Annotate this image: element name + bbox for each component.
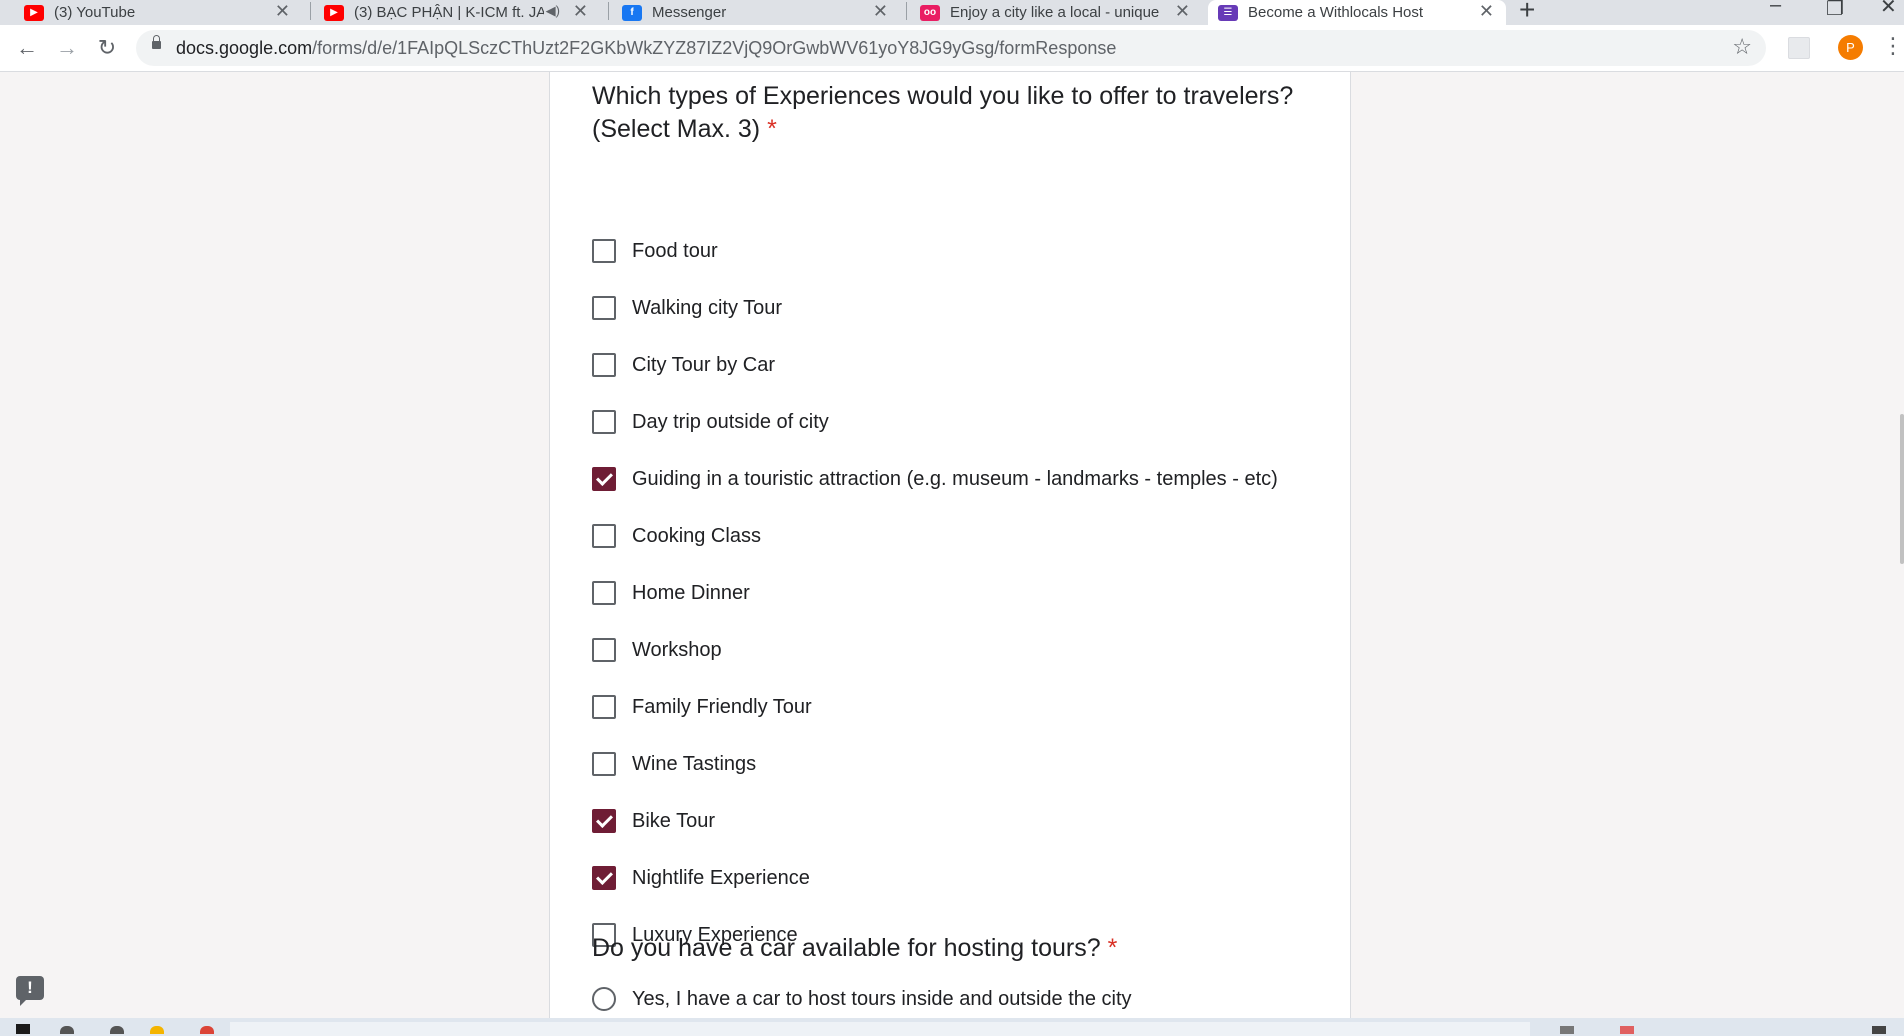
address-bar[interactable]: docs.google.com/forms/d/e/1FAIpQLSczCThU… — [136, 30, 1766, 66]
scrollbar[interactable] — [1900, 414, 1904, 564]
tab-messenger[interactable]: f Messenger ✕ — [622, 0, 900, 25]
taskbar-app-icon[interactable] — [60, 1026, 74, 1034]
checkbox[interactable] — [592, 410, 616, 434]
close-tab-icon[interactable]: ✕ — [573, 2, 588, 20]
taskbar-app-icon[interactable] — [110, 1026, 124, 1034]
required-asterisk: * — [1107, 934, 1118, 962]
checkbox-option[interactable]: Family Friendly Tour — [592, 691, 812, 723]
checkbox-option[interactable]: Bike Tour — [592, 805, 715, 837]
bookmark-star-icon[interactable]: ☆ — [1732, 34, 1752, 60]
page-content: Which types of Experiences would you lik… — [0, 72, 1904, 1018]
checkbox[interactable] — [592, 239, 616, 263]
windows-start-icon[interactable] — [16, 1024, 30, 1034]
tab-title: Messenger — [652, 4, 727, 21]
withlocals-icon: oo — [920, 4, 940, 21]
option-label: Family Friendly Tour — [632, 695, 812, 718]
tab-become-host[interactable]: ☰ Become a Withlocals Host ✕ — [1208, 0, 1506, 25]
checkbox-checked[interactable] — [592, 467, 616, 491]
tab-separator — [906, 2, 907, 20]
tab-separator — [608, 2, 609, 20]
question-car-available: Do you have a car available for hosting … — [592, 934, 1118, 962]
chrome-taskbar-icon[interactable] — [200, 1026, 214, 1034]
radio-button[interactable] — [592, 987, 616, 1011]
youtube-icon: ▶ — [324, 4, 344, 21]
lock-icon — [152, 35, 161, 49]
radio-option[interactable]: Yes, I have a car to host tours inside a… — [592, 983, 1132, 1015]
option-label: Guiding in a touristic attraction (e.g. … — [632, 467, 1278, 490]
checkbox[interactable] — [592, 581, 616, 605]
option-label: Walking city Tour — [632, 296, 783, 319]
youtube-icon: ▶ — [24, 4, 44, 21]
option-label: Nightlife Experience — [632, 866, 810, 889]
forward-icon[interactable]: → — [54, 35, 80, 61]
tab-title: Enjoy a city like a local - unique t — [950, 4, 1160, 21]
tab-youtube-music[interactable]: ▶ (3) BẠC PHẬN | K-ICM ft. JAC ◀) ✕ — [324, 0, 600, 25]
taskbar-app-icon[interactable] — [150, 1026, 164, 1034]
checkbox[interactable] — [592, 752, 616, 776]
url-text[interactable]: docs.google.com/forms/d/e/1FAIpQLSczCThU… — [176, 38, 1116, 59]
speaker-icon[interactable]: ◀) — [546, 3, 560, 19]
tray-icon[interactable] — [1620, 1026, 1634, 1034]
checkbox-option[interactable]: Nightlife Experience — [592, 862, 810, 894]
option-label: Day trip outside of city — [632, 410, 829, 433]
close-tab-icon[interactable]: ✕ — [1175, 2, 1190, 20]
tab-title: Become a Withlocals Host — [1248, 4, 1424, 21]
checkbox-option[interactable]: Home Dinner — [592, 577, 750, 609]
back-icon[interactable]: ← — [14, 35, 40, 61]
checkbox-checked[interactable] — [592, 809, 616, 833]
checkbox-option[interactable]: Walking city Tour — [592, 292, 782, 324]
checkbox-option[interactable]: City Tour by Car — [592, 349, 775, 381]
tab-youtube[interactable]: ▶ (3) YouTube ✕ — [24, 0, 302, 25]
more-menu-icon[interactable]: ⋮ — [1882, 33, 1904, 59]
tab-strip: ▶ (3) YouTube ✕ ▶ (3) BẠC PHẬN | K-ICM f… — [0, 0, 1904, 25]
checkbox-option[interactable]: Food tour — [592, 235, 718, 267]
option-label: Yes, I have a car to host tours inside a… — [632, 987, 1132, 1010]
checkbox[interactable] — [592, 296, 616, 320]
tab-separator — [310, 2, 311, 20]
minimize-icon[interactable]: – — [1770, 0, 1781, 17]
question-experience-types: Which types of Experiences would you lik… — [592, 82, 1294, 143]
checkbox[interactable] — [592, 524, 616, 548]
option-label: Home Dinner — [632, 581, 750, 604]
notification-icon[interactable] — [1872, 1026, 1886, 1034]
tray-icon[interactable] — [1560, 1026, 1574, 1034]
option-label: Food tour — [632, 239, 718, 262]
facebook-icon: f — [622, 4, 642, 21]
checkbox[interactable] — [592, 695, 616, 719]
avatar[interactable]: P — [1838, 35, 1863, 60]
close-window-icon[interactable]: ✕ — [1880, 0, 1897, 19]
checkbox[interactable] — [592, 353, 616, 377]
new-tab-button[interactable]: + — [1519, 0, 1535, 26]
close-tab-icon[interactable]: ✕ — [1479, 2, 1494, 20]
close-tab-icon[interactable]: ✕ — [873, 2, 888, 20]
option-label: Workshop — [632, 638, 722, 661]
close-tab-icon[interactable]: ✕ — [275, 2, 290, 20]
form-card: Which types of Experiences would you lik… — [549, 72, 1351, 1018]
checkbox-option[interactable]: Guiding in a touristic attraction (e.g. … — [592, 463, 1278, 495]
extension-icon[interactable] — [1788, 37, 1810, 59]
checkbox-option[interactable]: Wine Tastings — [592, 748, 756, 780]
taskbar — [0, 1018, 1904, 1036]
tab-title: (3) BẠC PHẬN | K-ICM ft. JAC — [354, 4, 544, 21]
google-forms-icon: ☰ — [1218, 4, 1238, 21]
checkbox-option[interactable]: Cooking Class — [592, 520, 761, 552]
feedback-icon[interactable]: ! — [16, 976, 44, 1006]
reload-icon[interactable]: ↻ — [94, 35, 120, 61]
taskbar-search-area[interactable] — [230, 1022, 1530, 1036]
checkbox-option[interactable]: Day trip outside of city — [592, 406, 829, 438]
tab-withlocals[interactable]: oo Enjoy a city like a local - unique t … — [920, 0, 1202, 25]
checkbox-option[interactable]: Workshop — [592, 634, 722, 666]
option-label: Cooking Class — [632, 524, 761, 547]
checkbox[interactable] — [592, 638, 616, 662]
option-label: Wine Tastings — [632, 752, 757, 775]
option-label: Bike Tour — [632, 809, 716, 832]
checkbox-checked[interactable] — [592, 866, 616, 890]
browser-toolbar: ← → ↻ docs.google.com/forms/d/e/1FAIpQLS… — [0, 25, 1904, 72]
restore-icon[interactable]: ❐ — [1826, 0, 1844, 21]
option-label: City Tour by Car — [632, 353, 776, 376]
required-asterisk: * — [767, 115, 777, 143]
tab-title: (3) YouTube — [54, 4, 136, 21]
